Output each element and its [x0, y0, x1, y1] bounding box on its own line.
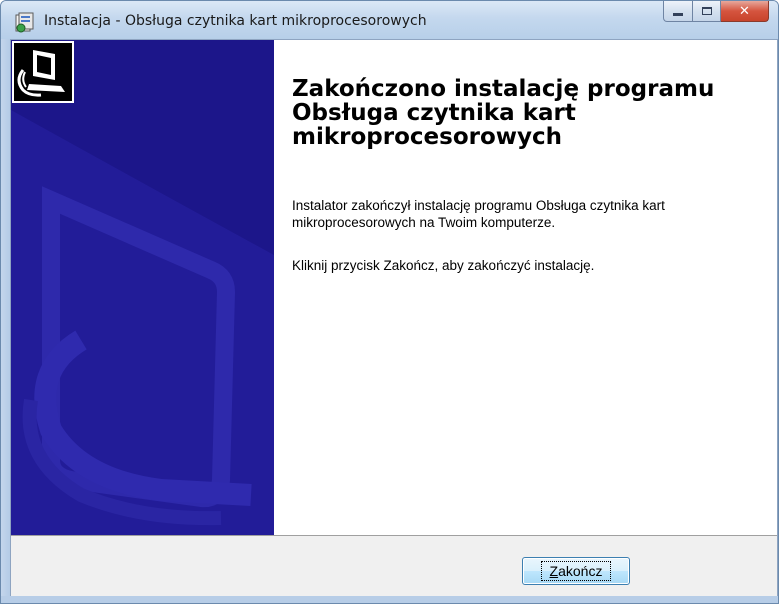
minimize-button[interactable] [663, 1, 693, 22]
wizard-content: Zakończono instalację programu Obsługa c… [274, 40, 777, 535]
finish-button[interactable]: Zakończ [522, 557, 630, 585]
finish-label-rest: akończ [558, 563, 603, 579]
close-button[interactable]: ✕ [721, 1, 769, 22]
installer-window: Instalacja - Obsługa czytnika kart mikro… [0, 0, 779, 604]
finish-description: Instalator zakończył instalację programu… [292, 198, 665, 230]
minimize-icon [673, 12, 683, 16]
installer-app-icon [15, 12, 34, 33]
wizard-client-area: Zakończono instalację programu Obsługa c… [10, 39, 778, 596]
close-icon: ✕ [739, 3, 750, 19]
maximize-button[interactable] [693, 1, 721, 22]
maximize-icon [701, 7, 712, 15]
window-title: Instalacja - Obsługa czytnika kart mikro… [44, 13, 427, 29]
caption-buttons: ✕ [663, 1, 769, 23]
window-left-border [1, 39, 10, 603]
wizard-banner [11, 40, 274, 535]
finish-accelerator: Z [549, 563, 559, 579]
finish-heading: Zakończono instalację programu Obsługa c… [292, 76, 715, 150]
finish-button-label: Zakończ [540, 561, 612, 581]
title-bar[interactable]: Instalacja - Obsługa czytnika kart mikro… [1, 1, 778, 39]
window-bottom-border [1, 596, 778, 603]
setup-computer-icon [12, 41, 74, 103]
finish-instruction: Kliknij przycisk Zakończ, aby zakończyć … [292, 258, 595, 273]
banner-artwork [11, 40, 274, 535]
button-bar: Zakończ [11, 535, 777, 596]
